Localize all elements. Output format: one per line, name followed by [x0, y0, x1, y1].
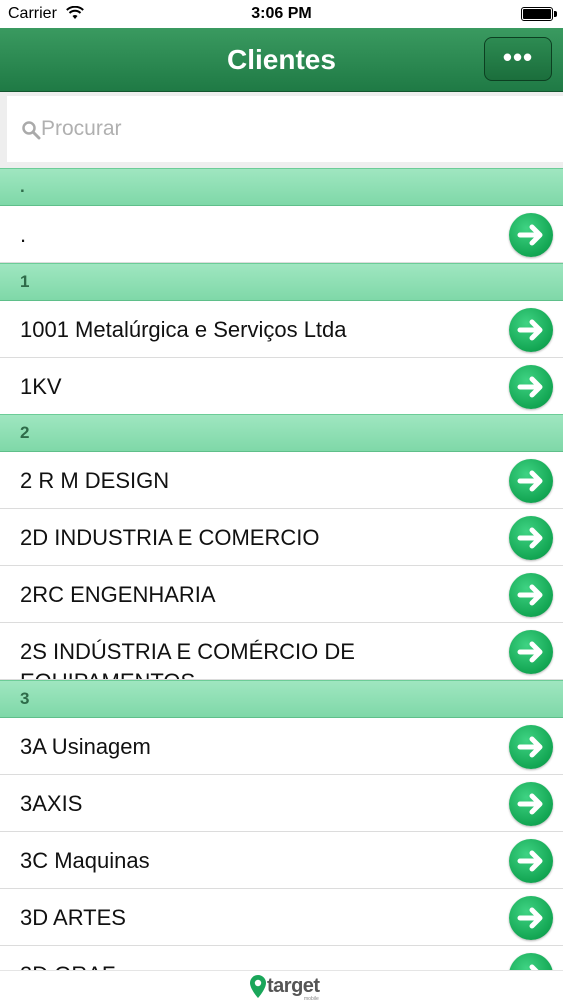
- list-item[interactable]: 1001 Metalúrgica e Serviços Ltda: [0, 301, 563, 358]
- client-name: 2S INDÚSTRIA E COMÉRCIO DE EQUIPAMENTOS: [20, 639, 355, 679]
- section-header: .: [0, 168, 563, 206]
- search-box[interactable]: [7, 96, 563, 162]
- page-title: Clientes: [227, 44, 336, 75]
- arrow-right-circle-icon[interactable]: [509, 573, 553, 617]
- client-name: 2 R M DESIGN: [20, 468, 170, 493]
- client-list[interactable]: . . 1 1001 Metalúrgica e Serviços Ltda 1…: [0, 168, 563, 970]
- client-name: 2RC ENGENHARIA: [20, 582, 216, 607]
- arrow-right-circle-icon[interactable]: [509, 213, 553, 257]
- search-bar: [0, 92, 563, 168]
- battery-icon: [521, 7, 557, 21]
- arrow-right-circle-icon[interactable]: [509, 953, 553, 970]
- list-item[interactable]: 3C Maquinas: [0, 832, 563, 889]
- arrow-right-circle-icon[interactable]: [509, 365, 553, 409]
- arrow-right-circle-icon[interactable]: [509, 516, 553, 560]
- arrow-right-circle-icon[interactable]: [509, 630, 553, 674]
- client-name: 3D GRAF: [20, 960, 115, 970]
- section-header: 1: [0, 263, 563, 301]
- client-name: 3D ARTES: [20, 905, 126, 930]
- search-icon: [22, 121, 41, 140]
- navigation-bar: Clientes •••: [0, 28, 563, 92]
- location-pin-icon: [250, 975, 266, 998]
- list-item[interactable]: 1KV: [0, 358, 563, 415]
- arrow-right-circle-icon[interactable]: [509, 308, 553, 352]
- arrow-right-circle-icon[interactable]: [509, 839, 553, 883]
- client-name: 3A Usinagem: [20, 734, 151, 759]
- client-name: 1KV: [20, 374, 62, 399]
- section-header: 3: [0, 680, 563, 718]
- list-item[interactable]: 2RC ENGENHARIA: [0, 566, 563, 623]
- list-item[interactable]: .: [0, 206, 563, 263]
- list-item[interactable]: 3D ARTES: [0, 889, 563, 946]
- list-item[interactable]: 3D GRAF: [0, 946, 563, 970]
- logo-text: target: [267, 975, 320, 997]
- list-item[interactable]: 3A Usinagem: [0, 718, 563, 775]
- more-options-button[interactable]: •••: [484, 37, 552, 81]
- status-bar: Carrier 3:06 PM: [0, 0, 563, 28]
- client-name: 2D INDUSTRIA E COMERCIO: [20, 525, 320, 550]
- arrow-right-circle-icon[interactable]: [509, 459, 553, 503]
- status-time: 3:06 PM: [251, 5, 312, 22]
- logo-subtext: mobile: [304, 996, 319, 1000]
- list-item[interactable]: 2S INDÚSTRIA E COMÉRCIO DE EQUIPAMENTOS: [0, 623, 563, 680]
- client-name: 3C Maquinas: [20, 848, 150, 873]
- search-input[interactable]: [41, 114, 521, 144]
- arrow-right-circle-icon[interactable]: [509, 896, 553, 940]
- client-name: 1001 Metalúrgica e Serviços Ltda: [20, 317, 347, 342]
- client-name: 3AXIS: [20, 791, 83, 816]
- list-item[interactable]: 3AXIS: [0, 775, 563, 832]
- arrow-right-circle-icon[interactable]: [509, 725, 553, 769]
- section-header: 2: [0, 414, 563, 452]
- list-item[interactable]: 2 R M DESIGN: [0, 452, 563, 509]
- client-name: .: [20, 222, 27, 247]
- footer: target mobile: [0, 970, 563, 1000]
- list-item[interactable]: 2D INDUSTRIA E COMERCIO: [0, 509, 563, 566]
- arrow-right-circle-icon[interactable]: [509, 782, 553, 826]
